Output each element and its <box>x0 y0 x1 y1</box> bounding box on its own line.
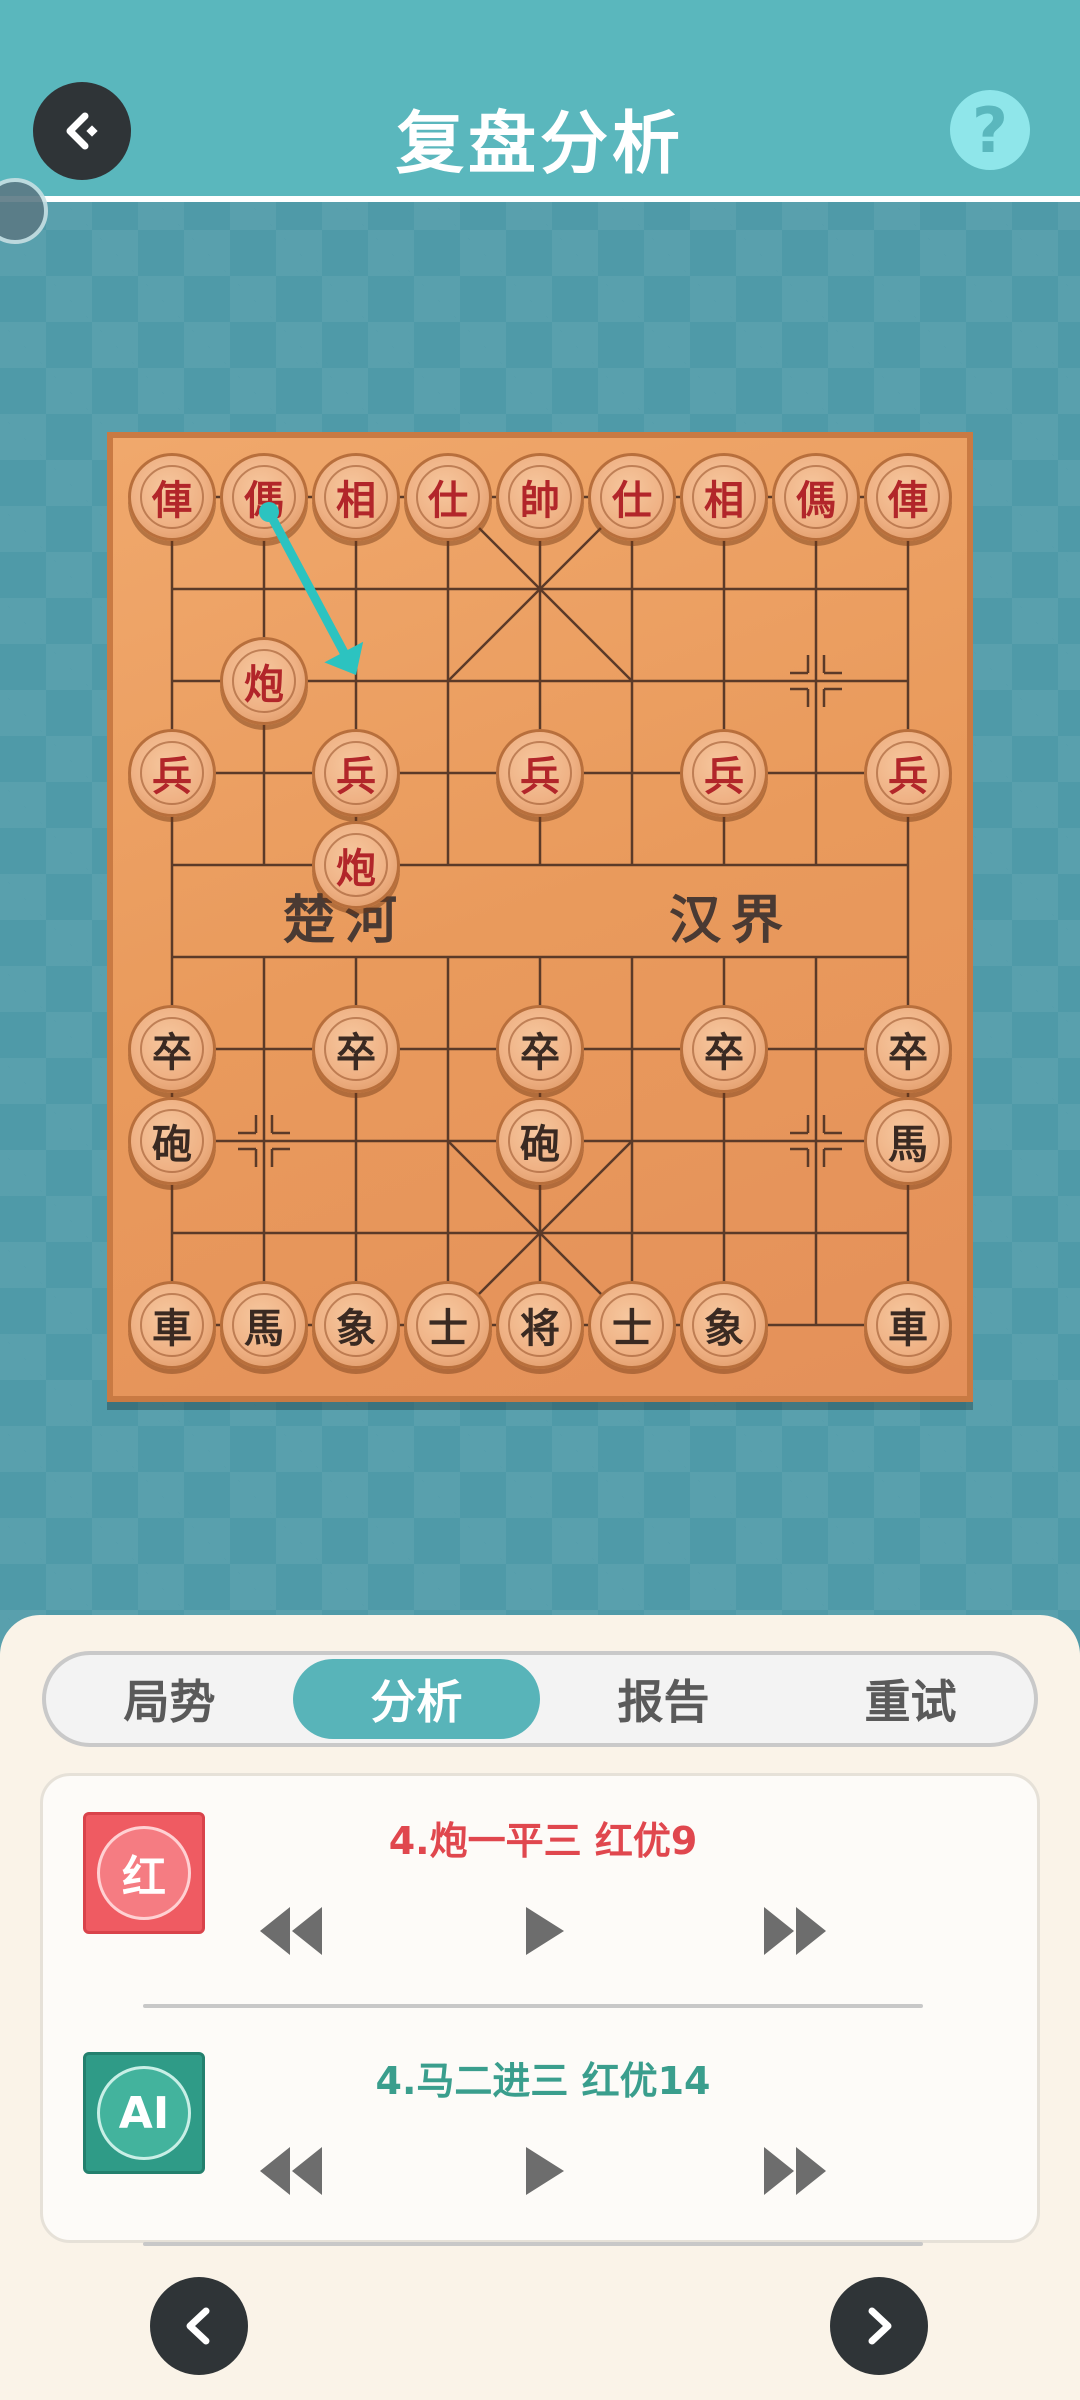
piece-label: 兵 <box>692 741 756 805</box>
fast-forward-icon <box>764 2147 826 2195</box>
chevron-left-icon <box>186 2307 210 2345</box>
red-rewind-button[interactable] <box>256 1901 326 1961</box>
piece-label: 馬 <box>876 1109 940 1173</box>
piece-label: 兵 <box>508 741 572 805</box>
red-play-button[interactable] <box>508 1901 578 1961</box>
piece-label: 砲 <box>140 1109 204 1173</box>
rewind-icon <box>260 2147 322 2195</box>
red-piece[interactable]: 相 <box>680 453 768 541</box>
next-move-button[interactable] <box>830 2277 928 2375</box>
river-label-right: 汉界 <box>669 890 794 951</box>
analysis-panel: 局势 分析 报告 重试 红 4.炮一平三 红优9 AI 4.马二进三 红优14 <box>0 1615 1080 2400</box>
black-piece[interactable]: 卒 <box>496 1005 584 1093</box>
piece-label: 将 <box>508 1293 572 1357</box>
piece-label: 炮 <box>232 649 296 713</box>
black-piece[interactable]: 象 <box>680 1281 768 1369</box>
piece-label: 帥 <box>508 465 572 529</box>
page-title: 复盘分析 <box>395 105 684 184</box>
chevron-right-icon <box>868 2307 892 2345</box>
help-button[interactable]: ? <box>950 90 1030 170</box>
black-piece[interactable]: 将 <box>496 1281 584 1369</box>
black-piece[interactable]: 車 <box>864 1281 952 1369</box>
piece-label: 馬 <box>232 1293 296 1357</box>
piece-label: 砲 <box>508 1109 572 1173</box>
piece-label: 卒 <box>140 1017 204 1081</box>
header-bar: 复盘分析 ? <box>0 0 1080 202</box>
piece-label: 俥 <box>140 465 204 529</box>
black-piece[interactable]: 士 <box>588 1281 676 1369</box>
red-piece[interactable]: 仕 <box>588 453 676 541</box>
black-piece[interactable]: 車 <box>128 1281 216 1369</box>
piece-label: 兵 <box>140 741 204 805</box>
piece-label: 士 <box>416 1293 480 1357</box>
ai-rewind-button[interactable] <box>256 2141 326 2201</box>
ai-move-text: 4.马二进三 红优14 <box>375 2059 711 2103</box>
red-forward-button[interactable] <box>760 1901 830 1961</box>
red-piece[interactable]: 炮 <box>312 821 400 909</box>
previous-move-button[interactable] <box>150 2277 248 2375</box>
tab-retry[interactable]: 重试 <box>787 1655 1034 1743</box>
row-divider <box>143 2004 923 2008</box>
ai-forward-button[interactable] <box>760 2141 830 2201</box>
red-piece[interactable]: 俥 <box>128 453 216 541</box>
piece-label: 相 <box>324 465 388 529</box>
piece-label: 車 <box>140 1293 204 1357</box>
piece-label: 傌 <box>232 465 296 529</box>
red-piece[interactable]: 兵 <box>128 729 216 817</box>
rewind-icon <box>260 1907 322 1955</box>
black-piece[interactable]: 士 <box>404 1281 492 1369</box>
red-piece[interactable]: 傌 <box>772 453 860 541</box>
red-piece[interactable]: 帥 <box>496 453 584 541</box>
red-piece[interactable]: 兵 <box>864 729 952 817</box>
piece-label: 相 <box>692 465 756 529</box>
red-piece[interactable]: 相 <box>312 453 400 541</box>
piece-label: 車 <box>876 1293 940 1357</box>
black-piece[interactable]: 馬 <box>220 1281 308 1369</box>
piece-label: 卒 <box>508 1017 572 1081</box>
red-piece[interactable]: 傌 <box>220 453 308 541</box>
piece-label: 炮 <box>324 833 388 897</box>
piece-label: 卒 <box>692 1017 756 1081</box>
tab-bar: 局势 分析 报告 重试 <box>42 1651 1038 1747</box>
red-piece[interactable]: 仕 <box>404 453 492 541</box>
red-piece[interactable]: 兵 <box>312 729 400 817</box>
piece-label: 傌 <box>784 465 848 529</box>
move-analysis-card: 红 4.炮一平三 红优9 AI 4.马二进三 红优14 <box>40 1773 1040 2246</box>
red-move-text: 4.炮一平三 红优9 <box>388 1819 698 1863</box>
red-piece[interactable]: 兵 <box>496 729 584 817</box>
ai-play-button[interactable] <box>508 2141 578 2201</box>
fast-forward-icon <box>764 1907 826 1955</box>
black-piece[interactable]: 卒 <box>864 1005 952 1093</box>
chess-board[interactable]: 楚河 汉界 俥傌相仕帥仕相傌俥炮兵兵兵兵兵炮卒卒卒卒卒砲砲馬車馬象士将士象車 <box>107 432 973 1402</box>
red-piece[interactable]: 炮 <box>220 637 308 725</box>
play-icon <box>526 1907 564 1955</box>
piece-label: 仕 <box>416 465 480 529</box>
red-piece[interactable]: 俥 <box>864 453 952 541</box>
black-piece[interactable]: 卒 <box>312 1005 400 1093</box>
piece-label: 象 <box>692 1293 756 1357</box>
piece-label: 卒 <box>876 1017 940 1081</box>
black-piece[interactable]: 卒 <box>128 1005 216 1093</box>
piece-label: 兵 <box>876 741 940 805</box>
black-piece[interactable]: 馬 <box>864 1097 952 1185</box>
red-piece[interactable]: 兵 <box>680 729 768 817</box>
piece-label: 象 <box>324 1293 388 1357</box>
tab-report[interactable]: 报告 <box>540 1655 787 1743</box>
tab-situation[interactable]: 局势 <box>46 1655 293 1743</box>
black-piece[interactable]: 砲 <box>496 1097 584 1185</box>
row-divider <box>143 2242 923 2246</box>
black-piece[interactable]: 象 <box>312 1281 400 1369</box>
piece-label: 兵 <box>324 741 388 805</box>
piece-label: 卒 <box>324 1017 388 1081</box>
black-piece[interactable]: 卒 <box>680 1005 768 1093</box>
board-grid <box>170 495 910 1327</box>
play-icon <box>526 2147 564 2195</box>
piece-label: 俥 <box>876 465 940 529</box>
black-piece[interactable]: 砲 <box>128 1097 216 1185</box>
piece-label: 仕 <box>600 465 664 529</box>
piece-label: 士 <box>600 1293 664 1357</box>
tab-analysis[interactable]: 分析 <box>293 1659 540 1739</box>
